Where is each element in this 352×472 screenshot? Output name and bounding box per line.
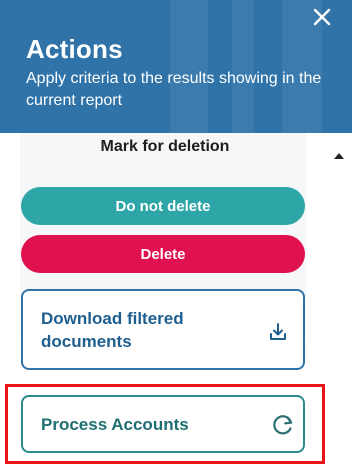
header-stripe [232, 0, 254, 133]
download-filtered-label: Download filtered documents [41, 309, 184, 351]
refresh-icon [271, 413, 295, 437]
scrollbar[interactable] [322, 133, 352, 472]
do-not-delete-label: Do not delete [115, 197, 211, 215]
panel-subtitle: Apply criteria to the results showing in… [26, 70, 322, 109]
panel-title: Actions [26, 34, 123, 64]
process-accounts-button[interactable]: Process Accounts [21, 395, 305, 453]
delete-button[interactable]: Delete [21, 235, 305, 273]
header-stripe [170, 0, 208, 133]
mark-for-deletion-section: Mark for deletion [8, 133, 322, 152]
download-icon [267, 321, 289, 343]
actions-header: Actions Apply criteria to the results sh… [0, 0, 352, 133]
mark-for-deletion-label: Mark for deletion [100, 138, 230, 152]
close-icon[interactable] [310, 5, 334, 29]
delete-label: Delete [140, 245, 186, 263]
do-not-delete-button[interactable]: Do not delete [21, 187, 305, 225]
scroll-up-arrow-icon[interactable] [334, 153, 344, 159]
actions-panel: Mark for deletion Do not delete Delete D… [8, 133, 322, 472]
download-filtered-documents-button[interactable]: Download filtered documents [21, 289, 305, 370]
process-accounts-label: Process Accounts [41, 415, 189, 434]
